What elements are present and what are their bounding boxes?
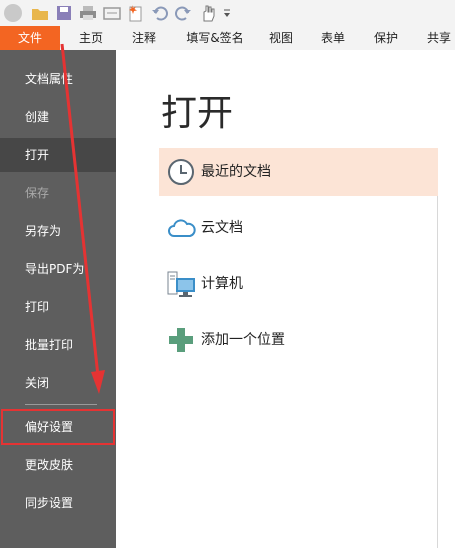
menu-item-print[interactable]: 打印 bbox=[0, 290, 116, 324]
save-icon[interactable] bbox=[54, 3, 74, 23]
menu-item-open[interactable]: 打开 bbox=[0, 138, 116, 172]
app-icon[interactable] bbox=[3, 3, 23, 23]
location-cloud-documents[interactable]: 云文档 bbox=[159, 204, 438, 252]
undo-icon[interactable] bbox=[150, 3, 170, 23]
menu-item-save-as[interactable]: 另存为 bbox=[0, 214, 116, 248]
print-icon[interactable] bbox=[78, 3, 98, 23]
tab-form[interactable]: 表单 bbox=[315, 26, 351, 50]
menu-item-close[interactable]: 关闭 bbox=[0, 366, 116, 400]
tab-view[interactable]: 视图 bbox=[263, 26, 299, 50]
menu-item-batch-print[interactable]: 批量打印 bbox=[0, 328, 116, 362]
cloud-icon bbox=[167, 214, 196, 242]
scan-icon[interactable] bbox=[102, 3, 122, 23]
tab-share[interactable]: 共享 bbox=[421, 26, 455, 50]
menu-divider bbox=[25, 404, 97, 405]
page-title: 打开 bbox=[161, 93, 234, 134]
location-recent-documents[interactable]: 最近的文档 bbox=[159, 148, 438, 196]
tab-file[interactable]: 文件 bbox=[0, 26, 60, 50]
location-label: 最近的文档 bbox=[201, 164, 271, 180]
clock-icon bbox=[167, 158, 195, 186]
location-label: 添加一个位置 bbox=[201, 332, 285, 348]
location-add-place[interactable]: 添加一个位置 bbox=[159, 316, 438, 364]
tab-comment[interactable]: 注释 bbox=[126, 26, 162, 50]
open-folder-icon[interactable] bbox=[30, 3, 50, 23]
computer-icon bbox=[167, 270, 195, 298]
new-document-icon[interactable] bbox=[126, 3, 146, 23]
file-menu-sidebar: 文档属性 创建 打开 保存 另存为 导出PDF为 打印 批量打印 关闭 偏好设置… bbox=[0, 50, 116, 548]
menu-item-sync-settings[interactable]: 同步设置 bbox=[0, 486, 116, 520]
tab-fill-sign[interactable]: 填写&签名 bbox=[179, 26, 251, 50]
ribbon-tabs: 文件 主页 注释 填写&签名 视图 表单 保护 共享 bbox=[0, 26, 455, 50]
menu-item-create[interactable]: 创建 bbox=[0, 100, 116, 134]
tab-home[interactable]: 主页 bbox=[73, 26, 109, 50]
menu-item-change-skin[interactable]: 更改皮肤 bbox=[0, 448, 116, 482]
customize-dropdown-icon[interactable] bbox=[220, 3, 234, 23]
location-label: 云文档 bbox=[201, 220, 243, 236]
menu-item-export-pdf[interactable]: 导出PDF为 bbox=[0, 252, 116, 286]
location-computer[interactable]: 计算机 bbox=[159, 260, 438, 308]
hand-tool-icon[interactable] bbox=[198, 3, 218, 23]
quick-access-toolbar bbox=[0, 0, 455, 26]
redo-icon[interactable] bbox=[173, 3, 193, 23]
menu-item-preferences[interactable]: 偏好设置 bbox=[1, 409, 115, 445]
menu-item-document-properties[interactable]: 文档属性 bbox=[0, 62, 116, 96]
location-label: 计算机 bbox=[201, 276, 243, 292]
menu-item-save: 保存 bbox=[25, 186, 50, 200]
plus-icon bbox=[167, 326, 195, 354]
tab-protect[interactable]: 保护 bbox=[368, 26, 404, 50]
